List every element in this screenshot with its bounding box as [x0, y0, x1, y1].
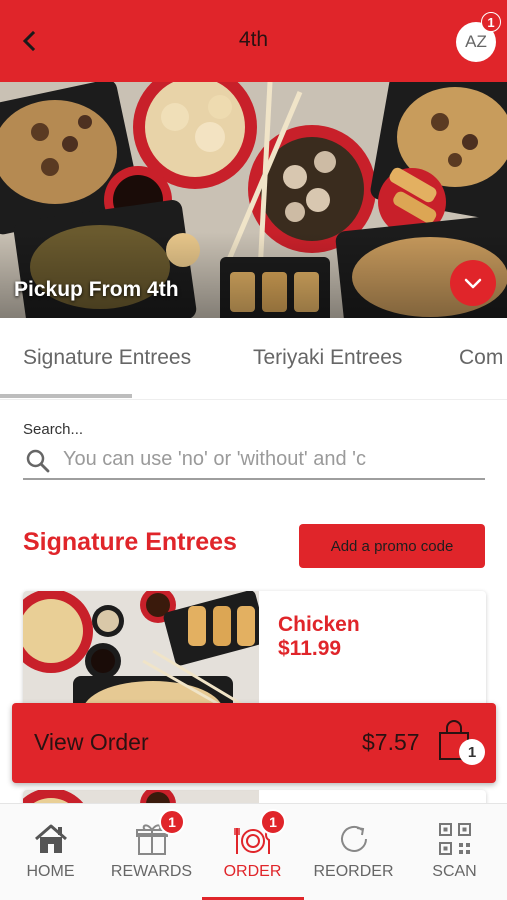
- location-title: 4th: [238, 28, 269, 51]
- refresh-icon: [341, 825, 367, 852]
- nav-home[interactable]: HOME: [0, 804, 101, 900]
- category-tabs: Signature Entrees Teriyaki Entrees Com: [0, 318, 507, 400]
- tab-teriyaki-entrees[interactable]: Teriyaki Entrees: [253, 346, 402, 370]
- view-order-label: View Order: [34, 729, 149, 755]
- nav-order-label: ORDER: [223, 863, 282, 880]
- nav-rewards[interactable]: 1 REWARDS: [101, 804, 202, 900]
- menu-item-name: Chicken: [278, 613, 360, 636]
- expand-store-button[interactable]: [450, 260, 496, 306]
- search-icon: [26, 449, 50, 473]
- view-order-button[interactable]: View Order $7.57 1: [12, 703, 496, 783]
- section-title: Signature Entrees: [23, 528, 237, 556]
- search-field: [23, 442, 485, 480]
- home-icon: [35, 824, 67, 853]
- nav-home-label: HOME: [26, 863, 75, 880]
- order-total: $7.57: [362, 729, 420, 755]
- nav-reorder-label: REORDER: [313, 863, 394, 880]
- tab-combos[interactable]: Com: [459, 346, 503, 370]
- chevron-down-icon: [464, 278, 482, 289]
- add-promo-code-button[interactable]: Add a promo code: [299, 524, 485, 568]
- pickup-location-label: Pickup From 4th: [14, 278, 179, 301]
- tab-signature-entrees[interactable]: Signature Entrees: [23, 346, 191, 370]
- nav-scan[interactable]: SCAN: [404, 804, 505, 900]
- top-app-bar: 4th AZ 1: [0, 0, 507, 82]
- qr-code-icon: [439, 823, 471, 855]
- nav-order[interactable]: 1 ORDER: [202, 804, 303, 900]
- nav-scan-label: SCAN: [432, 863, 477, 880]
- nav-reorder[interactable]: REORDER: [303, 804, 404, 900]
- rewards-badge: 1: [159, 809, 185, 835]
- cart-count-badge: 1: [459, 739, 485, 765]
- bottom-navigation: HOME 1 REWARDS 1 ORDER REORDER SCAN: [0, 803, 507, 900]
- nav-rewards-label: REWARDS: [110, 863, 193, 880]
- store-hero-image: Pickup From 4th: [0, 82, 507, 318]
- order-badge: 1: [260, 809, 286, 835]
- search-label: Search...: [23, 421, 84, 438]
- menu-item-price: $11.99: [278, 637, 342, 660]
- active-tab-indicator: [0, 394, 132, 398]
- notification-badge: 1: [481, 12, 501, 32]
- search-input[interactable]: [63, 444, 455, 474]
